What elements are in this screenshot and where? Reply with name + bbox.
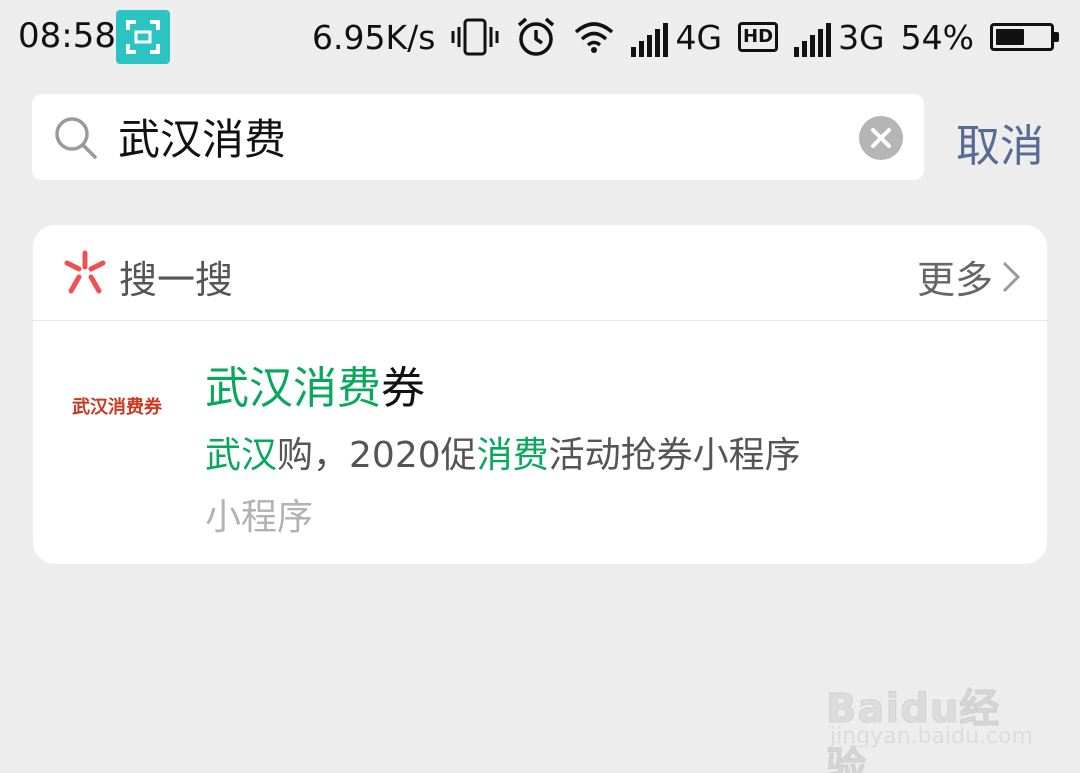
sou-yi-sou-icon xyxy=(64,250,106,294)
status-time: 08:58 xyxy=(18,16,116,56)
network-speed: 6.95K/s xyxy=(312,17,436,57)
alarm-icon xyxy=(518,17,555,56)
section-header: 搜一搜 更多 xyxy=(33,225,1047,321)
network-type-4g: 4G xyxy=(675,17,723,57)
desc-middle: 购，2020促 xyxy=(277,435,477,476)
cancel-button[interactable]: 取消 xyxy=(956,110,1044,174)
signal-icon xyxy=(631,22,669,57)
chevron-right-icon xyxy=(1002,261,1021,292)
more-link[interactable]: 更多 xyxy=(917,249,1021,304)
network-type-3g: 3G xyxy=(838,17,885,57)
vibrate-icon xyxy=(451,18,499,56)
battery-level xyxy=(996,29,1024,45)
result-title: 武汉消费券 xyxy=(205,352,425,416)
section-title: 搜一搜 xyxy=(119,258,234,302)
status-bar: 08:58 6.95K/s 4G HD 3G 54% xyxy=(0,0,1080,78)
search-bar[interactable] xyxy=(32,94,924,180)
clear-icon[interactable] xyxy=(858,115,904,161)
more-label: 更多 xyxy=(916,258,993,302)
wifi-icon xyxy=(575,22,614,53)
mini-program-thumbnail: 武汉消费券 xyxy=(57,358,177,454)
desc-highlight-2: 消费 xyxy=(476,435,549,476)
search-results-card: 搜一搜 更多 武汉消费券 武汉消费券 武汉购，2020促消费活动抢券小程序 小程… xyxy=(33,225,1047,564)
result-type-label: 小程序 xyxy=(205,497,314,538)
battery-percent: 54% xyxy=(900,17,974,57)
result-item[interactable]: 武汉消费券 武汉消费券 武汉购，2020促消费活动抢券小程序 小程序 xyxy=(33,322,1047,564)
hd-badge: HD xyxy=(738,22,779,52)
signal-icon-2 xyxy=(794,22,832,57)
desc-rest: 活动抢券小程序 xyxy=(548,435,801,476)
search-input[interactable] xyxy=(118,106,858,166)
battery-icon xyxy=(990,23,1059,51)
desc-highlight-1: 武汉 xyxy=(205,435,278,476)
title-rest: 券 xyxy=(381,363,425,414)
baidu-watermark: Baidu经验 jingyan.baidu.com xyxy=(826,654,1036,773)
search-icon xyxy=(55,117,97,159)
watermark-site: jingyan.baidu.com xyxy=(830,724,1034,749)
result-description: 武汉购，2020促消费活动抢券小程序 xyxy=(205,426,801,478)
title-highlight: 武汉消费 xyxy=(205,363,381,414)
screenshot-icon xyxy=(116,10,170,64)
thumbnail-text: 武汉消费券 xyxy=(72,397,162,418)
